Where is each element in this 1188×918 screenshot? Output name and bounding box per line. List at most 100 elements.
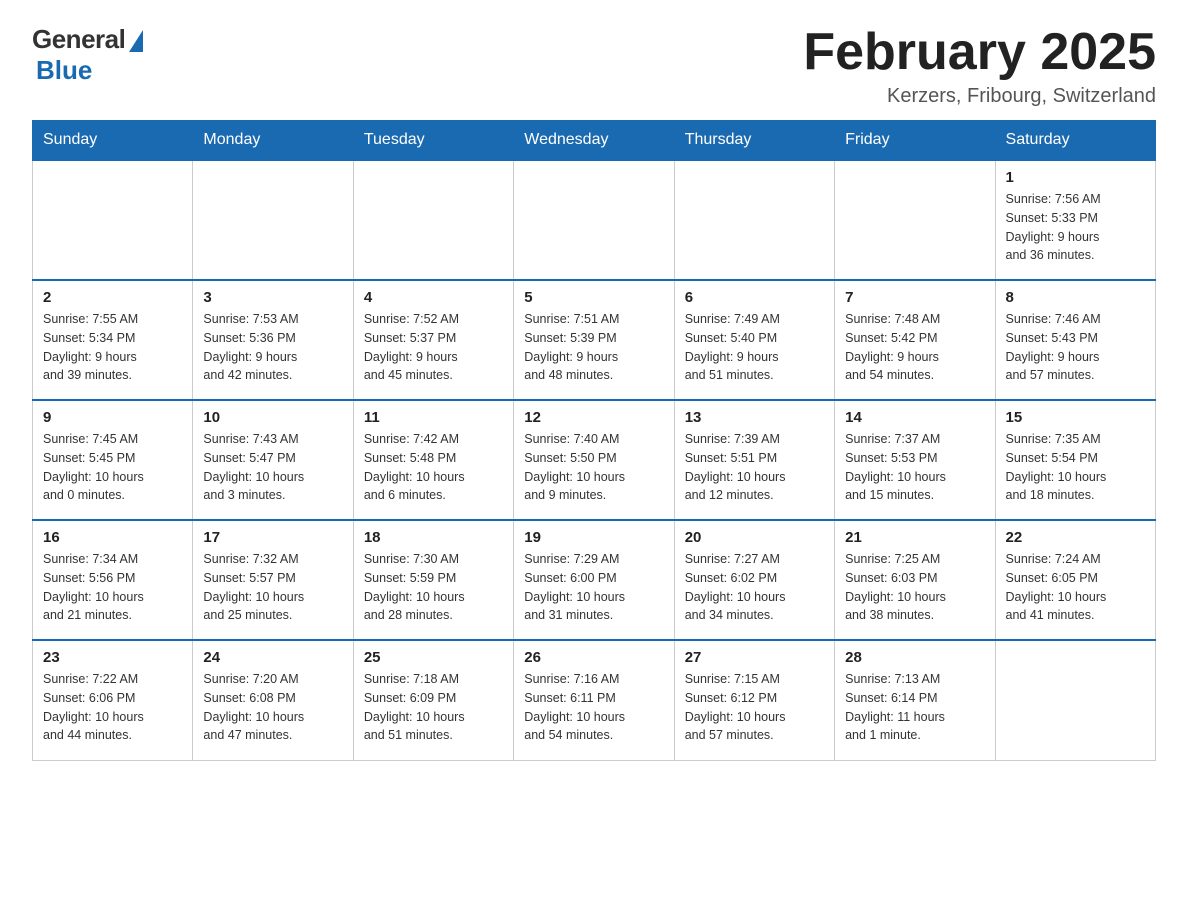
calendar-cell: 12 Sunrise: 7:40 AM Sunset: 5:50 PM Dayli…: [514, 400, 674, 520]
day-number: 13: [685, 409, 824, 426]
calendar-cell: 8Sunrise: 7:46 AM Sunset: 5:43 PM Daylig…: [995, 280, 1155, 400]
day-info: Sunrise: 7:34 AM Sunset: 5:56 PM Dayligh…: [43, 550, 182, 625]
day-number: 27: [685, 649, 824, 666]
weekday-header-saturday: Saturday: [995, 121, 1155, 161]
calendar-cell: 11 Sunrise: 7:42 AM Sunset: 5:48 PM Dayli…: [353, 400, 513, 520]
day-info: Sunrise: 7:48 AM Sunset: 5:42 PM Dayligh…: [845, 310, 984, 385]
calendar-cell: 22 Sunrise: 7:24 AM Sunset: 6:05 PM Dayli…: [995, 520, 1155, 640]
page: General Blue February 2025 Kerzers, Frib…: [0, 0, 1188, 793]
day-number: 22: [1006, 529, 1145, 546]
day-number: 16: [43, 529, 182, 546]
week-row-5: 23 Sunrise: 7:22 AM Sunset: 6:06 PM Dayli…: [33, 640, 1156, 760]
day-info: Sunrise: 7:42 AM Sunset: 5:48 PM Dayligh…: [364, 430, 503, 505]
calendar-cell: 4 Sunrise: 7:52 AM Sunset: 5:37 PM Daylig…: [353, 280, 513, 400]
calendar-cell: 27Sunrise: 7:15 AM Sunset: 6:12 PM Dayli…: [674, 640, 834, 760]
logo-triangle-icon: [129, 30, 143, 52]
day-number: 26: [524, 649, 663, 666]
calendar: SundayMondayTuesdayWednesdayThursdayFrid…: [32, 120, 1156, 761]
calendar-cell: [995, 640, 1155, 760]
location: Kerzers, Fribourg, Switzerland: [803, 85, 1156, 108]
week-row-2: 2Sunrise: 7:55 AM Sunset: 5:34 PM Daylig…: [33, 280, 1156, 400]
day-info: Sunrise: 7:46 AM Sunset: 5:43 PM Dayligh…: [1006, 310, 1145, 385]
week-row-3: 9Sunrise: 7:45 AM Sunset: 5:45 PM Daylig…: [33, 400, 1156, 520]
day-info: Sunrise: 7:45 AM Sunset: 5:45 PM Dayligh…: [43, 430, 182, 505]
calendar-cell: 18Sunrise: 7:30 AM Sunset: 5:59 PM Dayli…: [353, 520, 513, 640]
calendar-cell: 3Sunrise: 7:53 AM Sunset: 5:36 PM Daylig…: [193, 280, 353, 400]
day-number: 6: [685, 289, 824, 306]
calendar-cell: 17 Sunrise: 7:32 AM Sunset: 5:57 PM Dayli…: [193, 520, 353, 640]
calendar-cell: 25 Sunrise: 7:18 AM Sunset: 6:09 PM Dayli…: [353, 640, 513, 760]
day-number: 4: [364, 289, 503, 306]
weekday-header-friday: Friday: [835, 121, 995, 161]
day-number: 10: [203, 409, 342, 426]
week-row-1: 1 Sunrise: 7:56 AM Sunset: 5:33 PM Daylig…: [33, 160, 1156, 280]
calendar-cell: 13Sunrise: 7:39 AM Sunset: 5:51 PM Dayli…: [674, 400, 834, 520]
day-info: Sunrise: 7:40 AM Sunset: 5:50 PM Dayligh…: [524, 430, 663, 505]
day-info: Sunrise: 7:37 AM Sunset: 5:53 PM Dayligh…: [845, 430, 984, 505]
day-info: Sunrise: 7:35 AM Sunset: 5:54 PM Dayligh…: [1006, 430, 1145, 505]
day-info: Sunrise: 7:16 AM Sunset: 6:11 PM Dayligh…: [524, 670, 663, 745]
calendar-cell: [514, 160, 674, 280]
calendar-cell: 9Sunrise: 7:45 AM Sunset: 5:45 PM Daylig…: [33, 400, 193, 520]
day-info: Sunrise: 7:52 AM Sunset: 5:37 PM Dayligh…: [364, 310, 503, 385]
day-info: Sunrise: 7:55 AM Sunset: 5:34 PM Dayligh…: [43, 310, 182, 385]
logo: General Blue: [32, 24, 143, 86]
day-info: Sunrise: 7:20 AM Sunset: 6:08 PM Dayligh…: [203, 670, 342, 745]
day-info: Sunrise: 7:49 AM Sunset: 5:40 PM Dayligh…: [685, 310, 824, 385]
calendar-cell: [193, 160, 353, 280]
calendar-cell: 28 Sunrise: 7:13 AM Sunset: 6:14 PM Dayli…: [835, 640, 995, 760]
calendar-cell: 5 Sunrise: 7:51 AM Sunset: 5:39 PM Daylig…: [514, 280, 674, 400]
calendar-cell: 23 Sunrise: 7:22 AM Sunset: 6:06 PM Dayli…: [33, 640, 193, 760]
day-number: 12: [524, 409, 663, 426]
calendar-cell: [674, 160, 834, 280]
day-info: Sunrise: 7:27 AM Sunset: 6:02 PM Dayligh…: [685, 550, 824, 625]
calendar-cell: 6 Sunrise: 7:49 AM Sunset: 5:40 PM Daylig…: [674, 280, 834, 400]
day-number: 19: [524, 529, 663, 546]
calendar-cell: 16 Sunrise: 7:34 AM Sunset: 5:56 PM Dayli…: [33, 520, 193, 640]
calendar-cell: 1 Sunrise: 7:56 AM Sunset: 5:33 PM Daylig…: [995, 160, 1155, 280]
calendar-cell: 7 Sunrise: 7:48 AM Sunset: 5:42 PM Daylig…: [835, 280, 995, 400]
day-info: Sunrise: 7:51 AM Sunset: 5:39 PM Dayligh…: [524, 310, 663, 385]
calendar-cell: 2Sunrise: 7:55 AM Sunset: 5:34 PM Daylig…: [33, 280, 193, 400]
day-info: Sunrise: 7:13 AM Sunset: 6:14 PM Dayligh…: [845, 670, 984, 745]
weekday-header-monday: Monday: [193, 121, 353, 161]
week-row-4: 16 Sunrise: 7:34 AM Sunset: 5:56 PM Dayli…: [33, 520, 1156, 640]
day-info: Sunrise: 7:22 AM Sunset: 6:06 PM Dayligh…: [43, 670, 182, 745]
day-number: 5: [524, 289, 663, 306]
day-number: 15: [1006, 409, 1145, 426]
calendar-cell: 26 Sunrise: 7:16 AM Sunset: 6:11 PM Dayli…: [514, 640, 674, 760]
logo-blue-text: Blue: [36, 55, 92, 86]
calendar-cell: [353, 160, 513, 280]
day-number: 3: [203, 289, 342, 306]
calendar-cell: [33, 160, 193, 280]
day-info: Sunrise: 7:56 AM Sunset: 5:33 PM Dayligh…: [1006, 190, 1145, 265]
day-number: 25: [364, 649, 503, 666]
day-info: Sunrise: 7:32 AM Sunset: 5:57 PM Dayligh…: [203, 550, 342, 625]
day-number: 23: [43, 649, 182, 666]
day-number: 11: [364, 409, 503, 426]
calendar-cell: [835, 160, 995, 280]
calendar-header-row: SundayMondayTuesdayWednesdayThursdayFrid…: [33, 121, 1156, 161]
logo-general-text: General: [32, 24, 125, 55]
calendar-cell: 10Sunrise: 7:43 AM Sunset: 5:47 PM Dayli…: [193, 400, 353, 520]
day-info: Sunrise: 7:24 AM Sunset: 6:05 PM Dayligh…: [1006, 550, 1145, 625]
day-number: 28: [845, 649, 984, 666]
day-number: 17: [203, 529, 342, 546]
weekday-header-sunday: Sunday: [33, 121, 193, 161]
calendar-cell: 20 Sunrise: 7:27 AM Sunset: 6:02 PM Dayli…: [674, 520, 834, 640]
day-number: 1: [1006, 169, 1145, 186]
calendar-cell: 19 Sunrise: 7:29 AM Sunset: 6:00 PM Dayli…: [514, 520, 674, 640]
day-info: Sunrise: 7:18 AM Sunset: 6:09 PM Dayligh…: [364, 670, 503, 745]
calendar-cell: 15 Sunrise: 7:35 AM Sunset: 5:54 PM Dayli…: [995, 400, 1155, 520]
day-info: Sunrise: 7:30 AM Sunset: 5:59 PM Dayligh…: [364, 550, 503, 625]
weekday-header-wednesday: Wednesday: [514, 121, 674, 161]
day-number: 7: [845, 289, 984, 306]
month-title: February 2025: [803, 24, 1156, 81]
weekday-header-tuesday: Tuesday: [353, 121, 513, 161]
day-number: 24: [203, 649, 342, 666]
weekday-header-thursday: Thursday: [674, 121, 834, 161]
day-info: Sunrise: 7:29 AM Sunset: 6:00 PM Dayligh…: [524, 550, 663, 625]
day-number: 20: [685, 529, 824, 546]
logo-top: General: [32, 24, 143, 55]
day-number: 21: [845, 529, 984, 546]
